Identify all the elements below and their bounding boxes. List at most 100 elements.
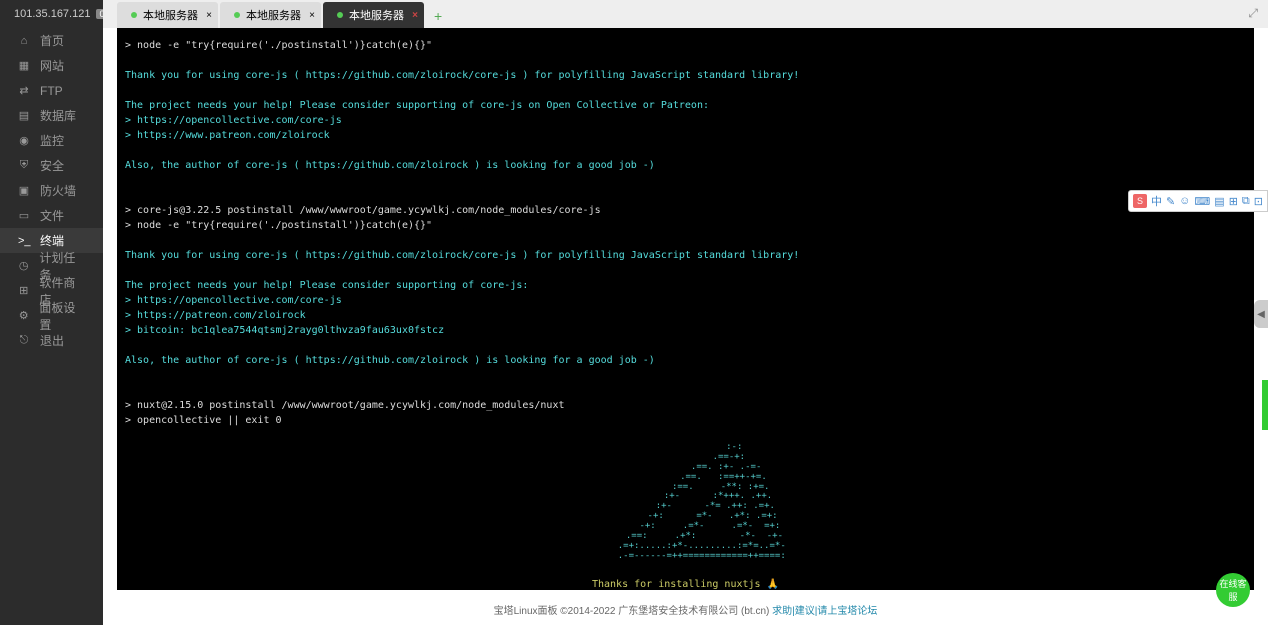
nav-item-3[interactable]: ▤ 数据库: [0, 103, 103, 128]
nav-item-6[interactable]: ▣ 防火墙: [0, 178, 103, 203]
main-area: 本地服务器 × 本地服务器 × 本地服务器 × + ⤢ > node -e "try{re…: [103, 0, 1268, 625]
nav-label: 数据库: [40, 107, 76, 124]
nav-item-5[interactable]: ⛨ 安全: [0, 153, 103, 178]
sidebar-header: 101.35.167.121 0: [0, 0, 103, 28]
nav-item-1[interactable]: ▦ 网站: [0, 53, 103, 78]
ime-btn[interactable]: ⧉: [1242, 195, 1250, 208]
nav-icon: >_: [18, 235, 30, 247]
nav-icon: ◷: [18, 259, 29, 272]
term-line: [125, 143, 1246, 158]
tab-status-icon: [234, 12, 240, 18]
ime-btn[interactable]: ⊡: [1254, 195, 1263, 208]
nav-label: 监控: [40, 132, 64, 149]
close-icon[interactable]: ×: [309, 10, 315, 21]
terminal-output[interactable]: > node -e "try{require('./postinstall')}…: [117, 28, 1254, 590]
term-line: [125, 53, 1246, 68]
ascii-art: :-: .==-+: .==. :+- .-=- .==. :==++-+=. …: [125, 443, 1246, 562]
term-line: > https://www.patreon.com/zloirock: [125, 128, 1246, 143]
term-line: [125, 173, 1246, 188]
nav-icon: ▣: [18, 184, 30, 197]
tab-label: 本地服务器: [143, 7, 198, 23]
tab-0[interactable]: 本地服务器 ×: [117, 2, 218, 28]
term-line: > https://opencollective.com/core-js: [125, 293, 1246, 308]
term-line: > opencollective || exit 0: [125, 413, 1246, 428]
ime-btn[interactable]: ▤: [1214, 195, 1224, 208]
term-line: The project needs your help! Please cons…: [125, 98, 1246, 113]
ime-toolbar[interactable]: S 中 ✎ ☺ ⌨ ▤ ⊞ ⧉ ⊡: [1128, 190, 1268, 212]
nav-icon: ⇄: [18, 84, 30, 97]
nav-icon: ⊞: [18, 284, 29, 297]
term-line: Thank you for using core-js ( https://gi…: [125, 248, 1246, 263]
nav-icon: ▤: [18, 109, 30, 122]
tab-label: 本地服务器: [349, 7, 404, 23]
nav-label: 网站: [40, 57, 64, 74]
nav-label: 首页: [40, 32, 64, 49]
nav-label: 退出: [40, 332, 64, 349]
tab-1[interactable]: 本地服务器 ×: [220, 2, 321, 28]
ime-btn[interactable]: ⌨: [1194, 195, 1210, 208]
tab-label: 本地服务器: [246, 7, 301, 23]
nav-icon: ▭: [18, 209, 30, 222]
nav-label: 面板设置: [39, 299, 85, 333]
nav-item-12[interactable]: ⎋ 退出: [0, 328, 103, 353]
term-line: [125, 263, 1246, 278]
close-icon[interactable]: ×: [206, 10, 212, 21]
term-line: > nuxt@2.15.0 postinstall /www/wwwroot/g…: [125, 398, 1246, 413]
footer-link[interactable]: 求助|建议|请上宝塔论坛: [772, 606, 877, 617]
nav-item-0[interactable]: ⌂ 首页: [0, 28, 103, 53]
ime-btn[interactable]: ✎: [1166, 195, 1175, 208]
expand-icon[interactable]: ⤢: [1248, 6, 1258, 21]
ime-logo-icon[interactable]: S: [1133, 194, 1147, 208]
nav-label: 文件: [40, 207, 64, 224]
term-line: [125, 188, 1246, 203]
term-line: [125, 338, 1246, 353]
footer: 宝塔Linux面板 ©2014-2022 广东堡塔安全技术有限公司 (bt.cn…: [103, 602, 1268, 617]
chat-button[interactable]: 在线客服: [1216, 573, 1250, 607]
term-line: [125, 233, 1246, 248]
nav-label: 终端: [40, 232, 64, 249]
tab-status-icon: [131, 12, 137, 18]
tab-2[interactable]: 本地服务器 ×: [323, 2, 424, 28]
close-icon[interactable]: ×: [412, 10, 418, 21]
term-line: Also, the author of core-js ( https://gi…: [125, 353, 1246, 368]
nav-icon: ⛨: [18, 159, 30, 172]
tab-bar: 本地服务器 × 本地服务器 × 本地服务器 × + ⤢: [103, 0, 1268, 28]
term-line: [125, 83, 1246, 98]
server-ip: 101.35.167.121: [14, 8, 90, 20]
nav-item-7[interactable]: ▭ 文件: [0, 203, 103, 228]
nav-item-11[interactable]: ⚙面板设置: [0, 303, 103, 328]
tab-status-icon: [337, 12, 343, 18]
ime-btn[interactable]: 中: [1151, 193, 1162, 209]
nav-icon: ⌂: [18, 35, 30, 47]
term-line: [125, 428, 1246, 443]
nav-icon: ◉: [18, 134, 30, 147]
term-line: [125, 368, 1246, 383]
nav-label: 防火墙: [40, 182, 76, 199]
term-line: > https://patreon.com/zloirock: [125, 308, 1246, 323]
ime-btn[interactable]: ☺: [1179, 195, 1190, 207]
term-line: > node -e "try{require('./postinstall')}…: [125, 218, 1246, 233]
term-line: > core-js@3.22.5 postinstall /www/wwwroo…: [125, 203, 1246, 218]
term-line: > https://opencollective.com/core-js: [125, 113, 1246, 128]
term-line: Thank you for using core-js ( https://gi…: [125, 68, 1246, 83]
slide-handle[interactable]: ◀: [1254, 300, 1268, 328]
nav-label: FTP: [40, 84, 63, 98]
term-line: > node -e "try{require('./postinstall')}…: [125, 38, 1246, 53]
nav-icon: ⚙: [18, 309, 29, 322]
term-line: Thanks for installing nuxtjs 🙏: [125, 577, 1246, 590]
term-line: > bitcoin: bc1qlea7544qtsmj2rayg0lthvza9…: [125, 323, 1246, 338]
ime-btn[interactable]: ⊞: [1229, 195, 1238, 208]
footer-text: 宝塔Linux面板 ©2014-2022 广东堡塔安全技术有限公司 (bt.cn…: [494, 606, 773, 617]
add-tab-button[interactable]: +: [426, 4, 450, 28]
term-line: [125, 562, 1246, 577]
nav-item-2[interactable]: ⇄ FTP: [0, 78, 103, 103]
nav-label: 安全: [40, 157, 64, 174]
term-line: The project needs your help! Please cons…: [125, 278, 1246, 293]
term-line: Also, the author of core-js ( https://gi…: [125, 158, 1246, 173]
term-line: [125, 383, 1246, 398]
sidebar: 101.35.167.121 0 ⌂ 首页 ▦ 网站 ⇄ FTP ▤ 数据库 ◉ 监控 ⛨ 安全 ▣ 防火…: [0, 0, 103, 625]
nav-icon: ▦: [18, 59, 30, 72]
nav-icon: ⎋: [18, 334, 30, 347]
nav-item-4[interactable]: ◉ 监控: [0, 128, 103, 153]
edge-indicator: [1262, 380, 1268, 430]
